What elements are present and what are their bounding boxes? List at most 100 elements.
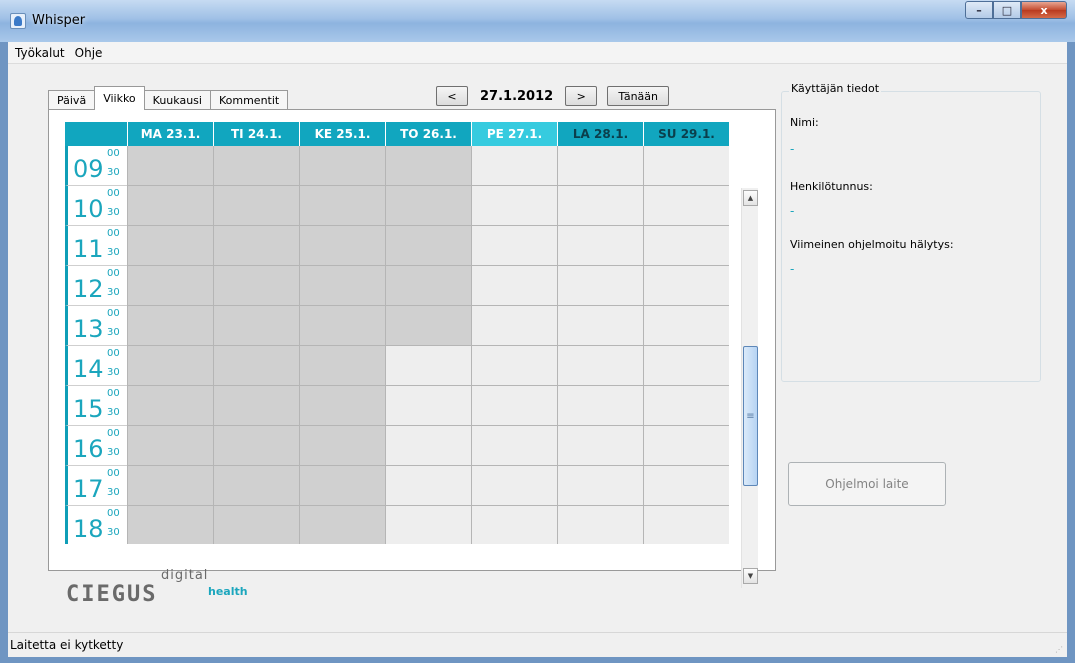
day-header[interactable]: PE 27.1. <box>471 122 557 146</box>
minimize-button[interactable]: – <box>965 1 993 19</box>
time-slot[interactable] <box>471 186 557 226</box>
menu-tyokalut[interactable]: Työkalut <box>10 46 70 60</box>
minute-mark: 00 <box>107 388 120 399</box>
time-slot[interactable] <box>557 466 643 506</box>
time-slot[interactable] <box>471 346 557 386</box>
tab-kuukausi[interactable]: Kuukausi <box>143 90 211 110</box>
time-slot-busy[interactable] <box>385 186 471 226</box>
time-slot-busy[interactable] <box>299 146 385 186</box>
time-slot-busy[interactable] <box>299 306 385 346</box>
day-header[interactable]: TI 24.1. <box>213 122 299 146</box>
time-slot-busy[interactable] <box>127 306 213 346</box>
program-device-button[interactable]: Ohjelmoi laite <box>788 462 946 506</box>
next-week-button[interactable]: > <box>565 86 598 106</box>
time-slot-busy[interactable] <box>299 426 385 466</box>
time-slot[interactable] <box>557 426 643 466</box>
time-slot-busy[interactable] <box>213 306 299 346</box>
time-slot-busy[interactable] <box>385 306 471 346</box>
time-slot[interactable] <box>557 266 643 306</box>
time-slot-busy[interactable] <box>127 266 213 306</box>
time-slot[interactable] <box>557 306 643 346</box>
scroll-down-arrow-icon[interactable]: ▼ <box>743 568 758 584</box>
day-header[interactable]: KE 25.1. <box>299 122 385 146</box>
time-slot-busy[interactable] <box>127 186 213 226</box>
time-slot-busy[interactable] <box>213 506 299 544</box>
time-slot[interactable] <box>643 426 729 466</box>
day-header[interactable]: LA 28.1. <box>557 122 643 146</box>
time-slot-busy[interactable] <box>213 346 299 386</box>
time-slot[interactable] <box>385 346 471 386</box>
time-slot-busy[interactable] <box>127 146 213 186</box>
day-header[interactable]: SU 29.1. <box>643 122 729 146</box>
hour-label: 13 00 30 <box>65 306 127 346</box>
time-slot-busy[interactable] <box>299 386 385 426</box>
close-button[interactable]: x <box>1021 1 1067 19</box>
time-slot-busy[interactable] <box>213 426 299 466</box>
time-slot[interactable] <box>471 226 557 266</box>
time-slot[interactable] <box>385 386 471 426</box>
time-slot[interactable] <box>385 506 471 544</box>
time-slot-busy[interactable] <box>299 226 385 266</box>
tab-paiva[interactable]: Päivä <box>48 90 96 110</box>
name-value: - <box>790 142 795 156</box>
time-slot-busy[interactable] <box>385 226 471 266</box>
time-slot[interactable] <box>557 226 643 266</box>
time-slot-busy[interactable] <box>385 146 471 186</box>
time-slot-busy[interactable] <box>127 466 213 506</box>
time-slot-busy[interactable] <box>299 346 385 386</box>
previous-week-button[interactable]: < <box>436 86 468 106</box>
time-slot[interactable] <box>643 346 729 386</box>
time-slot[interactable] <box>643 306 729 346</box>
time-slot[interactable] <box>643 226 729 266</box>
time-slot[interactable] <box>643 266 729 306</box>
time-slot-busy[interactable] <box>213 386 299 426</box>
day-header[interactable]: TO 26.1. <box>385 122 471 146</box>
time-slot-busy[interactable] <box>127 346 213 386</box>
time-slot[interactable] <box>643 466 729 506</box>
time-slot[interactable] <box>557 186 643 226</box>
time-slot[interactable] <box>643 386 729 426</box>
day-header[interactable]: MA 23.1. <box>127 122 213 146</box>
tab-kommentit[interactable]: Kommentit <box>209 90 289 110</box>
time-slot-busy[interactable] <box>127 506 213 544</box>
time-slot-busy[interactable] <box>385 266 471 306</box>
time-slot-busy[interactable] <box>127 386 213 426</box>
app-icon <box>10 13 26 29</box>
time-slot[interactable] <box>557 146 643 186</box>
time-slot[interactable] <box>385 466 471 506</box>
time-slot[interactable] <box>385 426 471 466</box>
scroll-thumb[interactable]: ≡ <box>743 346 758 486</box>
time-slot[interactable] <box>471 146 557 186</box>
time-slot[interactable] <box>471 386 557 426</box>
time-slot-busy[interactable] <box>213 226 299 266</box>
time-slot[interactable] <box>471 306 557 346</box>
minute-mark: 30 <box>107 327 120 338</box>
time-slot[interactable] <box>557 346 643 386</box>
time-slot-busy[interactable] <box>299 466 385 506</box>
calendar-scrollbar[interactable]: ▲ ≡ ▼ <box>741 188 758 588</box>
time-slot[interactable] <box>557 386 643 426</box>
time-slot[interactable] <box>643 146 729 186</box>
time-slot[interactable] <box>643 186 729 226</box>
resize-grip-icon[interactable]: ⋰ <box>1055 645 1065 655</box>
time-slot-busy[interactable] <box>127 426 213 466</box>
time-slot-busy[interactable] <box>213 146 299 186</box>
time-slot-busy[interactable] <box>213 186 299 226</box>
tab-viikko[interactable]: Viikko <box>94 86 145 110</box>
scroll-up-arrow-icon[interactable]: ▲ <box>743 190 758 206</box>
today-button[interactable]: Tänään <box>607 86 670 106</box>
time-slot[interactable] <box>471 266 557 306</box>
time-slot-busy[interactable] <box>127 226 213 266</box>
time-slot[interactable] <box>643 506 729 544</box>
time-slot-busy[interactable] <box>299 506 385 544</box>
time-slot[interactable] <box>557 506 643 544</box>
time-slot-busy[interactable] <box>299 266 385 306</box>
maximize-button[interactable]: □ <box>993 1 1021 19</box>
time-slot[interactable] <box>471 426 557 466</box>
menu-ohje[interactable]: Ohje <box>70 46 108 60</box>
time-slot-busy[interactable] <box>213 266 299 306</box>
time-slot[interactable] <box>471 466 557 506</box>
time-slot-busy[interactable] <box>213 466 299 506</box>
time-slot-busy[interactable] <box>299 186 385 226</box>
time-slot[interactable] <box>471 506 557 544</box>
